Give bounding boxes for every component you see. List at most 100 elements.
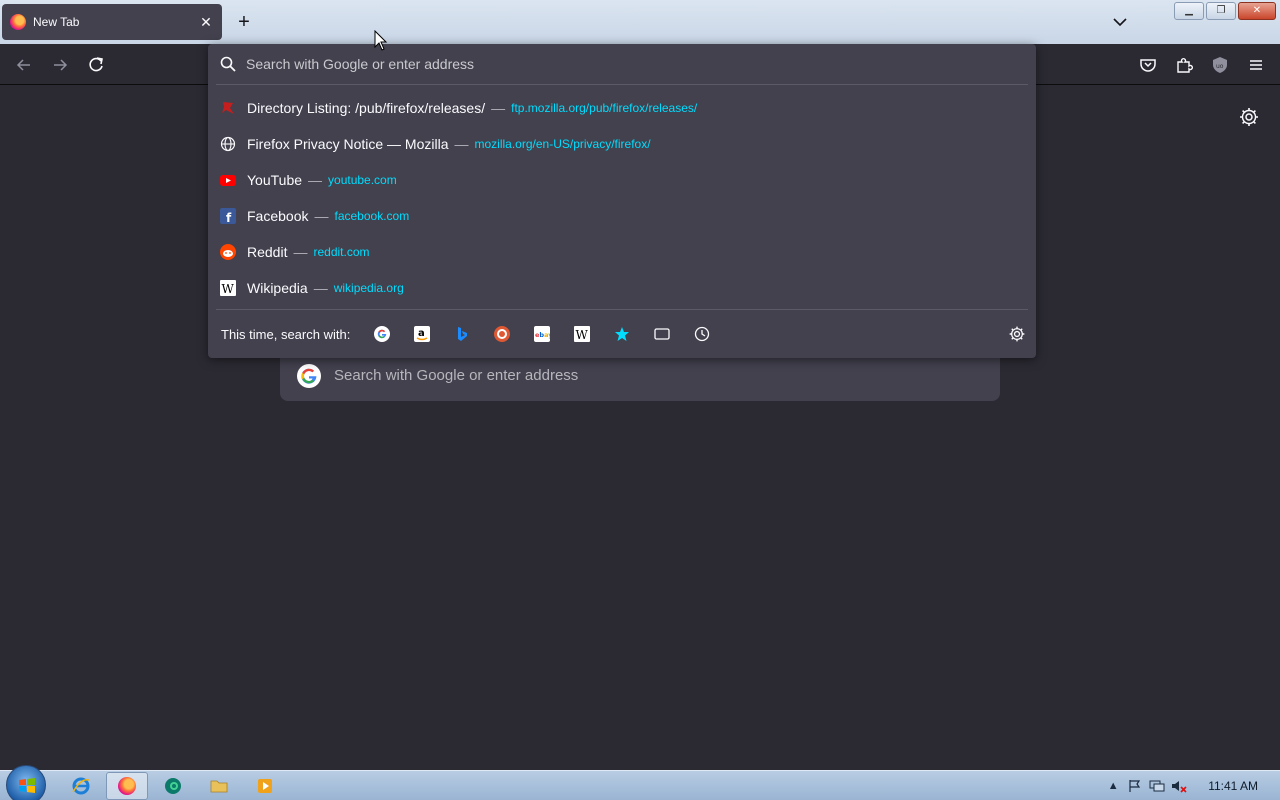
reload-icon [89,57,103,72]
forward-button[interactable] [47,52,73,78]
internet-explorer-icon [72,777,90,795]
urlbar-results: Directory Listing: /pub/firefox/releases… [208,90,1036,306]
windows-logo-icon [19,778,35,793]
svg-text:uo: uo [1216,63,1224,70]
search-engine-google[interactable] [362,318,402,350]
result-url: mozilla.org/en-US/privacy/firefox/ [474,137,651,151]
result-title: Reddit [247,244,288,260]
firefox-icon [10,14,26,30]
svg-text:f: f [226,211,232,224]
result-url: ftp.mozilla.org/pub/firefox/releases/ [511,101,698,115]
search-bookmarks-button[interactable] [602,318,642,350]
star-icon [615,327,630,341]
search-tabs-button[interactable] [642,318,682,350]
search-engine-ebay[interactable]: ebay [522,318,562,350]
close-tab-icon[interactable]: ✕ [198,14,214,30]
system-tray: ▲ 11:41 AM [1102,771,1280,800]
extensions-button[interactable] [1171,52,1197,78]
taskbar-clock[interactable]: 11:41 AM [1208,779,1258,793]
urlbar-dropdown: Directory Listing: /pub/firefox/releases… [208,44,1036,358]
result-title: Directory Listing: /pub/firefox/releases… [247,100,486,116]
edge-icon [165,778,181,794]
taskbar-firefox[interactable] [106,772,148,800]
svg-text:ebay: ebay [535,331,550,339]
wikipedia-icon: W [220,280,236,296]
result-row[interactable]: f Facebook — facebook.com [208,198,1036,234]
search-settings-button[interactable] [1008,325,1026,343]
result-separator: — [308,172,323,188]
pocket-button[interactable] [1135,52,1161,78]
chevron-down-icon [1113,18,1127,27]
result-row[interactable]: W Wikipedia — wikipedia.org [208,270,1036,306]
mouse-cursor-icon [374,30,388,51]
search-icon [220,56,236,72]
folder-icon [210,780,228,793]
result-title: Firefox Privacy Notice — Mozilla [247,136,449,152]
search-history-button[interactable] [682,318,722,350]
result-row[interactable]: YouTube — youtube.com [208,162,1036,198]
action-center-flag-icon[interactable] [1124,776,1146,796]
svg-text:a: a [418,328,425,339]
result-row[interactable]: Firefox Privacy Notice — Mozilla — mozil… [208,126,1036,162]
ublock-button[interactable]: uo [1207,52,1233,78]
amazon-icon: a [414,326,431,342]
close-window-button[interactable]: ✕ [1238,2,1276,20]
taskbar-file-explorer[interactable] [198,772,240,800]
minimize-button[interactable]: ▁ [1174,2,1204,20]
result-separator: — [454,136,469,152]
content-search-input[interactable] [334,367,934,384]
volume-muted-icon[interactable] [1168,776,1190,796]
taskbar-edge[interactable] [152,772,194,800]
forward-arrow-icon [54,59,68,71]
result-row[interactable]: Directory Listing: /pub/firefox/releases… [208,90,1036,126]
windows-taskbar: ▲ 11:41 AM [0,765,1280,800]
ebay-icon: ebay [534,326,551,342]
page-settings-button[interactable] [1238,106,1260,128]
gear-icon [1240,108,1258,126]
one-offs-label: This time, search with: [221,326,351,342]
taskbar-media-player[interactable] [244,772,286,800]
divider [216,84,1028,85]
menu-button[interactable] [1243,52,1269,78]
taskbar-internet-explorer[interactable] [60,772,102,800]
firefox-icon [118,777,136,795]
search-engine-wikipedia[interactable]: W [562,318,602,350]
tab-title: New Tab [33,15,80,29]
result-separator: — [491,100,506,116]
search-engine-amazon[interactable]: a [402,318,442,350]
reload-button[interactable] [83,52,109,78]
svg-text:W: W [222,282,235,296]
new-tab-button[interactable]: + [232,10,256,34]
ublock-shield-icon: uo [1213,57,1227,73]
one-off-search-bar: This time, search with: a ebay W [208,310,1036,358]
list-all-tabs-button[interactable] [1108,10,1132,34]
clock-icon [695,326,710,342]
start-button[interactable] [6,765,46,800]
pocket-icon [1140,59,1156,72]
ftp-bug-icon [220,100,236,116]
result-title: Facebook [247,208,309,224]
bing-icon [458,327,468,341]
result-separator: — [313,280,328,296]
result-row[interactable]: Reddit — reddit.com [208,234,1036,270]
result-url: reddit.com [313,245,370,259]
google-icon [297,363,321,388]
duckduckgo-icon [494,326,511,342]
svg-text:W: W [576,328,589,342]
wikipedia-icon: W [574,326,591,342]
result-url: youtube.com [328,173,397,187]
urlbar-input[interactable] [246,56,986,72]
title-bar: New Tab ✕ + ▁ ❐ ✕ [0,0,1280,44]
restore-button[interactable]: ❐ [1206,2,1236,20]
tab-new-tab[interactable]: New Tab ✕ [2,4,222,40]
search-engine-bing[interactable] [442,318,482,350]
result-separator: — [314,208,329,224]
back-button[interactable] [11,52,37,78]
show-hidden-icons-button[interactable]: ▲ [1102,776,1124,796]
network-icon[interactable] [1146,776,1168,796]
back-arrow-icon [16,59,30,71]
result-url: wikipedia.org [333,281,404,295]
gear-icon [1009,326,1025,342]
reddit-icon [220,244,236,260]
search-engine-duckduckgo[interactable] [482,318,522,350]
